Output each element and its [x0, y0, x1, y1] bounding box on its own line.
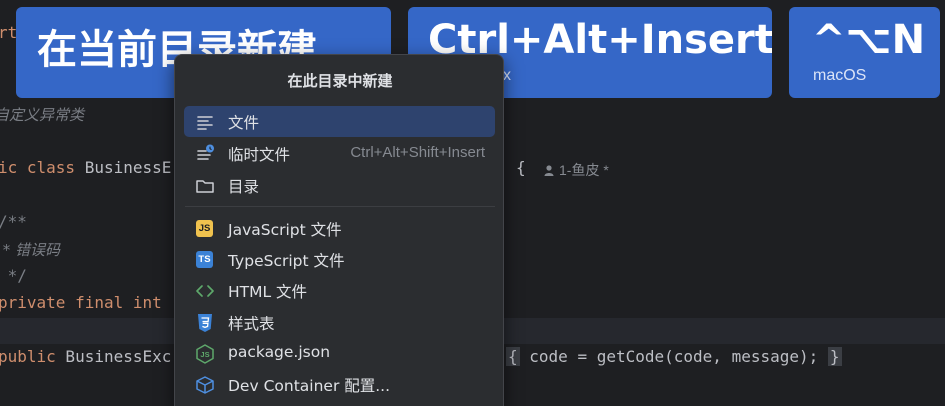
- code-class-brace: {: [516, 158, 526, 177]
- menu-item-label: Dev Container 配置...: [228, 377, 391, 395]
- svg-text:JS: JS: [200, 350, 209, 359]
- code-import-fragment: rt: [0, 23, 18, 42]
- macos-shortcut-subtitle: macOS: [813, 67, 867, 84]
- menu-item-file[interactable]: 文件: [184, 106, 495, 137]
- code-keyword: ic class: [0, 158, 76, 177]
- file-lines-icon: [195, 112, 215, 132]
- nodejs-icon: JS: [195, 344, 215, 364]
- menu-item-label: HTML 文件: [228, 283, 308, 301]
- menu-separator: [185, 206, 495, 207]
- code-constructor-name: BusinessExc: [55, 347, 172, 366]
- code-doc-comment: 自定义异常类: [0, 106, 85, 124]
- menu-item-typescript-file[interactable]: TS TypeScript 文件: [184, 244, 495, 275]
- code-constructor-body: { code = getCode(code, message); }: [506, 347, 842, 366]
- scratch-file-icon: [195, 144, 215, 164]
- macos-shortcut-card: ^⌥N macOS: [789, 7, 940, 98]
- code-brace-open: {: [506, 347, 520, 366]
- code-class-declaration: ic class BusinessE: [0, 158, 171, 177]
- menu-item-label: 样式表: [228, 315, 275, 333]
- css-icon: [195, 313, 215, 333]
- folder-icon: [195, 176, 215, 196]
- menu-item-label: 目录: [228, 178, 260, 196]
- cube-icon: [195, 375, 215, 395]
- code-javadoc-close: */: [0, 266, 27, 285]
- typescript-icon: TS: [195, 250, 215, 270]
- menu-item-label: 临时文件: [228, 146, 291, 164]
- menu-item-label: TypeScript 文件: [228, 252, 345, 270]
- javascript-icon: JS: [195, 219, 215, 239]
- menu-item-label: 文件: [228, 114, 260, 132]
- menu-item-dev-container[interactable]: Dev Container 配置...: [184, 369, 495, 400]
- menu-item-label: JavaScript 文件: [228, 221, 342, 239]
- menu-item-label: package.json: [228, 343, 331, 361]
- windows-shortcut-subtitle: x: [503, 67, 511, 84]
- author-name: 1-鱼皮 *: [559, 162, 609, 178]
- menu-item-scratch-file[interactable]: 临时文件 Ctrl+Alt+Shift+Insert: [184, 138, 495, 169]
- code-field-declaration: private final int: [0, 293, 162, 312]
- javascript-badge: JS: [196, 220, 213, 237]
- menu-item-package-json[interactable]: JS package.json: [184, 338, 495, 369]
- menu-item-html-file[interactable]: HTML 文件: [184, 275, 495, 306]
- code-javadoc-body: * 错误码: [0, 241, 61, 259]
- menu-item-directory[interactable]: 目录: [184, 170, 495, 201]
- code-javadoc-open: /**: [0, 212, 27, 231]
- new-in-directory-popup: 在此目录中新建 文件 临时文件 Ctrl+Alt+Shift+Insert 目录…: [174, 54, 504, 406]
- menu-item-stylesheet[interactable]: 样式表: [184, 307, 495, 338]
- macos-shortcut-title: ^⌥N: [812, 17, 926, 63]
- code-constructor-declaration: public BusinessExc: [0, 347, 171, 366]
- html-icon: [195, 281, 215, 301]
- popup-title: 在此目录中新建: [287, 72, 393, 90]
- typescript-badge: TS: [196, 251, 213, 268]
- code-class-name: BusinessE: [75, 158, 172, 177]
- user-icon: [544, 163, 554, 176]
- menu-item-javascript-file[interactable]: JS JavaScript 文件: [184, 213, 495, 244]
- code-brace-close: }: [827, 347, 842, 366]
- code-keyword: public: [0, 347, 56, 366]
- code-body-text: code = getCode(code, message);: [519, 347, 828, 366]
- author-inlay-hint[interactable]: 1-鱼皮 *: [544, 160, 609, 180]
- menu-item-shortcut: Ctrl+Alt+Shift+Insert: [350, 144, 485, 161]
